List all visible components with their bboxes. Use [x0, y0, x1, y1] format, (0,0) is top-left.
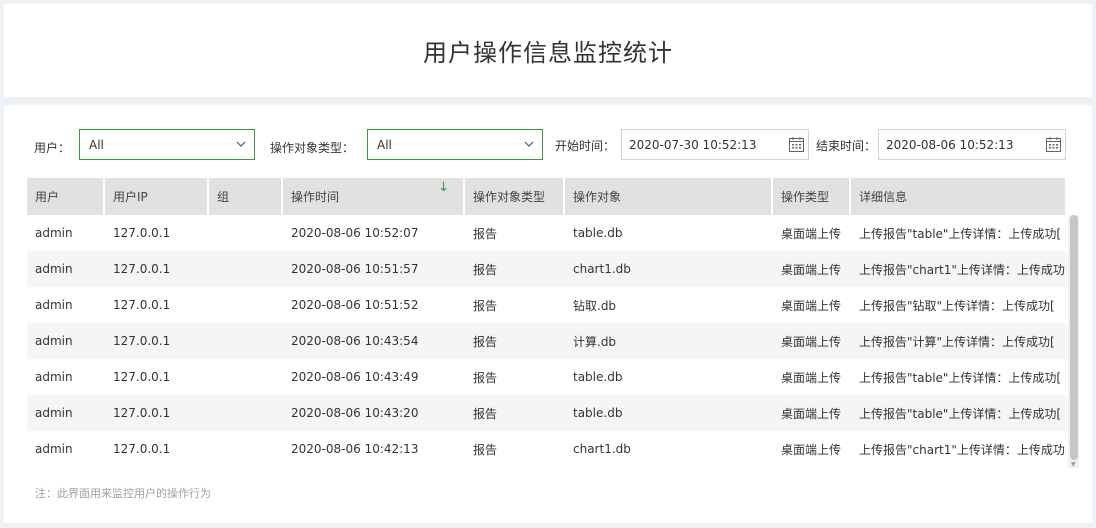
cell-object: 计算.db: [573, 334, 617, 349]
cell-object-type: 报告: [473, 370, 498, 385]
calendar-icon[interactable]: [788, 136, 805, 153]
footer-note: 注：此界面用来监控用户的操作行为: [35, 487, 211, 500]
cell-operation-time: 2020-08-06 10:52:07: [291, 226, 419, 240]
cell-operation-time: 2020-08-06 10:51:57: [291, 262, 419, 276]
scroll-down-icon[interactable]: ▼: [1071, 461, 1076, 468]
cell-user-ip: 127.0.0.1: [113, 442, 171, 456]
column-header-operation-type[interactable]: 操作类型: [773, 178, 849, 215]
calendar-icon[interactable]: [1045, 136, 1062, 153]
column-header-operation-time[interactable]: 操作时间 ↓: [283, 178, 463, 215]
cell-object-type: 报告: [473, 226, 498, 241]
type-filter-label: 操作对象类型：: [270, 141, 355, 155]
scrollbar-thumb[interactable]: [1070, 215, 1078, 460]
cell-object: chart1.db: [573, 262, 631, 276]
cell-user: admin: [35, 406, 73, 420]
cell-operation-type: 桌面端上传: [781, 334, 842, 349]
cell-details: 上传报告"chart1"上传详情：上传成功: [859, 442, 1065, 457]
table-row[interactable]: admin 127.0.0.1 2020-08-06 10:42:13 报告 chart…: [27, 431, 1067, 467]
cell-user: admin: [35, 262, 73, 276]
cell-object: table.db: [573, 226, 623, 240]
cell-operation-type: 桌面端上传: [781, 226, 842, 241]
cell-details: 上传报告"table"上传详情：上传成功[: [859, 406, 1062, 421]
cell-object: table.db: [573, 370, 623, 384]
table-header: 用户 用户IP 组 操作时间 ↓ 操作对象类型 操作对象 操作类型 详细信息: [27, 178, 1067, 215]
column-header-object[interactable]: 操作对象: [565, 178, 771, 215]
table-row[interactable]: admin 127.0.0.1 2020-08-06 10:51:52 报告 钻取.db…: [27, 287, 1067, 323]
cell-details: 上传报告"钻取"上传详情：上传成功[: [859, 298, 1055, 313]
cell-operation-type: 桌面端上传: [781, 406, 842, 421]
chevron-down-icon: [236, 141, 246, 147]
cell-object: table.db: [573, 406, 623, 420]
table-row[interactable]: admin 127.0.0.1 2020-08-06 10:43:20 报告 table…: [27, 395, 1067, 431]
cell-operation-time: 2020-08-06 10:43:54: [291, 334, 419, 348]
operation-log-table: 用户 用户IP 组 操作时间 ↓ 操作对象类型 操作对象 操作类型 详细信息 a…: [27, 178, 1079, 468]
cell-object-type: 报告: [473, 442, 498, 457]
main-card: 用户： All 操作对象类型： All 开始时间： 2020-07-30 10:…: [4, 105, 1092, 523]
user-select-value: All: [89, 137, 104, 152]
cell-operation-type: 桌面端上传: [781, 442, 842, 457]
cell-user: admin: [35, 442, 73, 456]
cell-object-type: 报告: [473, 262, 498, 277]
cell-user-ip: 127.0.0.1: [113, 406, 171, 420]
object-type-select-value: All: [377, 137, 392, 152]
cell-details: 上传报告"chart1"上传详情：上传成功: [859, 262, 1065, 277]
cell-operation-time: 2020-08-06 10:43:49: [291, 370, 419, 384]
cell-user: admin: [35, 226, 73, 240]
cell-object-type: 报告: [473, 406, 498, 421]
table-row[interactable]: admin 127.0.0.1 2020-08-06 10:43:49 报告 table…: [27, 359, 1067, 395]
column-header-object-type[interactable]: 操作对象类型: [465, 178, 563, 215]
cell-details: 上传报告"table"上传详情：上传成功[: [859, 370, 1062, 385]
cell-operation-type: 桌面端上传: [781, 298, 842, 313]
table-row[interactable]: admin 127.0.0.1 2020-08-06 10:43:54 报告 计算.db…: [27, 323, 1067, 359]
cell-user-ip: 127.0.0.1: [113, 370, 171, 384]
cell-user: admin: [35, 334, 73, 348]
column-header-user[interactable]: 用户: [27, 178, 103, 215]
cell-details: 上传报告"table"上传详情：上传成功[: [859, 226, 1062, 241]
cell-operation-type: 桌面端上传: [781, 262, 842, 277]
cell-user-ip: 127.0.0.1: [113, 226, 171, 240]
column-header-details[interactable]: 详细信息: [851, 178, 1065, 215]
cell-user-ip: 127.0.0.1: [113, 298, 171, 312]
cell-object: 钻取.db: [573, 298, 617, 313]
cell-user-ip: 127.0.0.1: [113, 334, 171, 348]
user-filter-label: 用户：: [34, 141, 71, 155]
user-select[interactable]: All: [79, 129, 255, 160]
title-card: 用户操作信息监控统计: [4, 4, 1092, 97]
column-header-user-ip[interactable]: 用户IP: [105, 178, 207, 215]
start-time-label: 开始时间：: [555, 139, 616, 153]
cell-object: chart1.db: [573, 442, 631, 456]
end-time-label: 结束时间：: [816, 139, 877, 153]
table-row[interactable]: admin 127.0.0.1 2020-08-06 10:51:57 报告 chart…: [27, 251, 1067, 287]
table-row[interactable]: admin 127.0.0.1 2020-08-06 10:52:07 报告 table…: [27, 215, 1067, 251]
start-time-value: 2020-07-30 10:52:13: [629, 137, 757, 152]
column-header-group[interactable]: 组: [209, 178, 281, 215]
object-type-select[interactable]: All: [367, 129, 543, 160]
cell-operation-time: 2020-08-06 10:43:20: [291, 406, 419, 420]
cell-object-type: 报告: [473, 298, 498, 313]
cell-user: admin: [35, 298, 73, 312]
end-time-input[interactable]: 2020-08-06 10:52:13: [878, 129, 1066, 160]
cell-operation-time: 2020-08-06 10:51:52: [291, 298, 419, 312]
cell-object-type: 报告: [473, 334, 498, 349]
start-time-input[interactable]: 2020-07-30 10:52:13: [621, 129, 809, 160]
cell-user: admin: [35, 370, 73, 384]
chevron-down-icon: [524, 141, 534, 147]
table-scrollbar[interactable]: ▼: [1068, 215, 1079, 468]
end-time-value: 2020-08-06 10:52:13: [886, 137, 1014, 152]
cell-details: 上传报告"计算"上传详情：上传成功[: [859, 334, 1055, 349]
sort-descending-icon[interactable]: ↓: [438, 180, 449, 195]
page-title: 用户操作信息监控统计: [423, 39, 673, 67]
table-body: admin 127.0.0.1 2020-08-06 10:52:07 报告 table…: [27, 215, 1067, 467]
cell-user-ip: 127.0.0.1: [113, 262, 171, 276]
cell-operation-type: 桌面端上传: [781, 370, 842, 385]
cell-operation-time: 2020-08-06 10:42:13: [291, 442, 419, 456]
